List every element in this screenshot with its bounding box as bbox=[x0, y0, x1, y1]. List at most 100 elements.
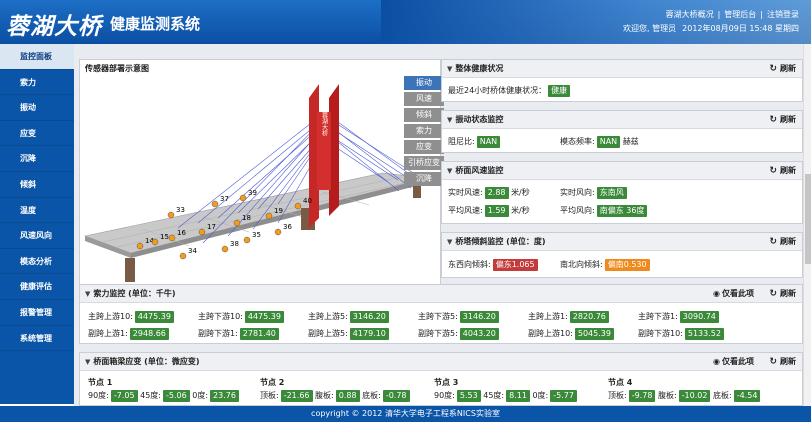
refresh-button[interactable]: ↻ 刷新 bbox=[769, 285, 796, 303]
svg-text:17: 17 bbox=[207, 223, 216, 231]
eye-icon: ◉ bbox=[713, 357, 720, 366]
tab-tilt[interactable]: 倾斜 bbox=[404, 108, 444, 122]
welcome-text: 欢迎您, 管理员 bbox=[623, 24, 677, 33]
sidebar-item-dashboard[interactable]: 监控面板 bbox=[0, 44, 74, 70]
scrollbar-thumb[interactable] bbox=[805, 174, 811, 264]
refresh-icon: ↻ bbox=[769, 357, 777, 367]
main-content: 传感器部署示意图 蓉湖大桥 14 15 16 17 18 19 33 34 35… bbox=[74, 44, 811, 406]
sensor-marker[interactable]: 37 bbox=[211, 195, 229, 208]
health-status-badge: 健康 bbox=[548, 85, 571, 97]
refresh-icon: ↻ bbox=[769, 289, 777, 299]
refresh-button[interactable]: ↻ 刷新 bbox=[769, 60, 796, 78]
eye-icon: ◉ bbox=[713, 289, 720, 298]
average-speed-value: 1.59 bbox=[484, 205, 509, 217]
sensor-marker[interactable]: 38 bbox=[221, 240, 239, 253]
speed-unit: 米/秒 bbox=[511, 188, 530, 197]
chevron-down-icon[interactable]: ▼ bbox=[447, 238, 452, 246]
sidebar-item-health-assessment[interactable]: 健康评估 bbox=[0, 274, 74, 300]
refresh-icon: ↻ bbox=[769, 64, 777, 74]
bridge-logo: 蓉湖大桥 bbox=[6, 13, 102, 40]
north-south-tilt-row: 南北向倾斜: 偏南0.530 bbox=[560, 259, 650, 271]
header-decoration bbox=[381, 0, 811, 44]
node-values: 90度: 5.53 45度: 8.11 0度: -5.77 bbox=[434, 390, 577, 402]
bridge-deck bbox=[83, 172, 429, 254]
separator: | bbox=[717, 10, 721, 19]
bridge-svg: 蓉湖大桥 14 15 16 17 18 19 33 34 35 36 37 38… bbox=[83, 84, 429, 282]
sidebar-item-settlement[interactable]: 沉降 bbox=[0, 146, 74, 172]
cable-item: 副跨上游5: 4179.10 bbox=[308, 328, 389, 340]
average-direction-value: 南偏东 36度 bbox=[596, 205, 648, 217]
tab-wind-speed[interactable]: 风速 bbox=[404, 92, 444, 106]
svg-text:39: 39 bbox=[248, 189, 257, 197]
tilt-panel: ▼ 桥塔倾斜监控 (单位：度) ↻ 刷新 东西向倾斜: 偏东1.065 南北向倾斜: 偏… bbox=[441, 232, 803, 278]
node-name: 节点 3 bbox=[434, 378, 459, 387]
system-title: 健康监测系统 bbox=[110, 15, 201, 33]
panel-title: 传感器部署示意图 bbox=[80, 60, 440, 78]
footer: copyright © 2012 清华大学电子工程系NICS实验室 bbox=[0, 406, 811, 422]
pier bbox=[125, 258, 135, 282]
refresh-button[interactable]: ↻ 刷新 bbox=[769, 353, 796, 371]
damping-row: 阻尼比: NAN bbox=[448, 136, 501, 148]
chevron-down-icon[interactable]: ▼ bbox=[447, 65, 452, 73]
tab-approach-strain[interactable]: 引桥应变 bbox=[404, 156, 444, 170]
panel-header: ▼ 桥塔倾斜监控 (单位：度) ↻ 刷新 bbox=[442, 233, 802, 251]
cable-item: 主跨上游10: 4475.39 bbox=[88, 311, 174, 323]
node-name: 节点 4 bbox=[608, 378, 633, 387]
sidebar-item-cable-force[interactable]: 索力 bbox=[0, 70, 74, 96]
cable-force-panel: ▼ 索力监控 (单位：千牛) ◉ 仅看此项 ↻ 刷新 主跨上游10: 4475.39 主… bbox=[79, 284, 803, 344]
chevron-down-icon[interactable]: ▼ bbox=[85, 290, 90, 298]
panel-header: ▼ 整体健康状况 ↻ 刷新 bbox=[442, 60, 802, 78]
sidebar-item-system[interactable]: 系统管理 bbox=[0, 326, 74, 352]
chevron-down-icon[interactable]: ▼ bbox=[447, 116, 452, 124]
svg-text:15: 15 bbox=[160, 233, 169, 241]
north-south-tilt-label: 南北向倾斜: bbox=[560, 260, 603, 269]
svg-text:18: 18 bbox=[242, 214, 251, 222]
sensor-marker[interactable]: 35 bbox=[243, 231, 261, 244]
modal-label: 模态频率: bbox=[560, 137, 595, 146]
refresh-icon: ↻ bbox=[769, 166, 777, 176]
sensor-marker[interactable]: 36 bbox=[274, 223, 292, 236]
svg-text:16: 16 bbox=[177, 229, 186, 237]
east-west-tilt-row: 东西向倾斜: 偏东1.065 bbox=[448, 259, 538, 271]
svg-text:34: 34 bbox=[188, 247, 197, 255]
average-direction-label: 平均风向: bbox=[560, 206, 595, 215]
cable-item: 副跨下游5: 4043.20 bbox=[418, 328, 499, 340]
realtime-speed-row: 实时风速: 2.88 米/秒 bbox=[448, 187, 530, 199]
refresh-button[interactable]: ↻ 刷新 bbox=[769, 233, 796, 251]
top-links: 蓉湖大桥概况 | 管理后台 | 注销登录 bbox=[666, 9, 799, 20]
link-logout[interactable]: 注销登录 bbox=[767, 10, 799, 19]
tab-vibration[interactable]: 振动 bbox=[404, 76, 444, 90]
refresh-icon: ↻ bbox=[769, 237, 777, 247]
sidebar-item-modal-analysis[interactable]: 模态分析 bbox=[0, 249, 74, 275]
view-only-this-button[interactable]: ◉ 仅看此项 bbox=[713, 353, 754, 371]
modal-value: NAN bbox=[596, 136, 621, 148]
view-only-this-button[interactable]: ◉ 仅看此项 bbox=[713, 285, 754, 303]
sidebar-item-tilt[interactable]: 倾斜 bbox=[0, 172, 74, 198]
tab-cable-force[interactable]: 索力 bbox=[404, 124, 444, 138]
vertical-scrollbar[interactable] bbox=[803, 44, 811, 406]
sidebar-item-strain[interactable]: 应变 bbox=[0, 121, 74, 147]
panel-header: ▼ 振动状态监控 ↻ 刷新 bbox=[442, 111, 802, 129]
welcome-bar: 欢迎您, 管理员 2012年08月09日 15:48 星期四 bbox=[617, 23, 799, 34]
node-values: 顶板: -21.66 腹板: 0.88 底板: -0.78 bbox=[260, 390, 410, 402]
sidebar-item-temperature[interactable]: 温度 bbox=[0, 198, 74, 224]
refresh-button[interactable]: ↻ 刷新 bbox=[769, 111, 796, 129]
sensor-marker[interactable]: 34 bbox=[179, 247, 197, 260]
tab-strain[interactable]: 应变 bbox=[404, 140, 444, 154]
tab-settlement[interactable]: 沉降 bbox=[404, 172, 444, 186]
refresh-button[interactable]: ↻ 刷新 bbox=[769, 162, 796, 180]
cable-item: 主跨下游10: 4475.39 bbox=[198, 311, 284, 323]
chevron-down-icon[interactable]: ▼ bbox=[447, 167, 452, 175]
sensor-deployment-panel: 传感器部署示意图 蓉湖大桥 14 15 16 17 18 19 33 34 35… bbox=[79, 59, 444, 286]
link-bridge-overview[interactable]: 蓉湖大桥概况 bbox=[666, 10, 714, 19]
sidebar-item-alarm[interactable]: 报警管理 bbox=[0, 300, 74, 326]
cable-item: 主跨下游1: 3090.74 bbox=[638, 311, 719, 323]
link-admin[interactable]: 管理后台 bbox=[724, 10, 756, 19]
east-west-tilt-label: 东西向倾斜: bbox=[448, 260, 491, 269]
north-south-tilt-value: 偏南0.530 bbox=[604, 259, 650, 271]
average-speed-label: 平均风速: bbox=[448, 206, 483, 215]
sensor-marker[interactable]: 39 bbox=[239, 189, 257, 202]
sidebar-item-vibration[interactable]: 振动 bbox=[0, 95, 74, 121]
chevron-down-icon[interactable]: ▼ bbox=[85, 358, 90, 366]
sidebar-item-wind[interactable]: 风速风向 bbox=[0, 223, 74, 249]
